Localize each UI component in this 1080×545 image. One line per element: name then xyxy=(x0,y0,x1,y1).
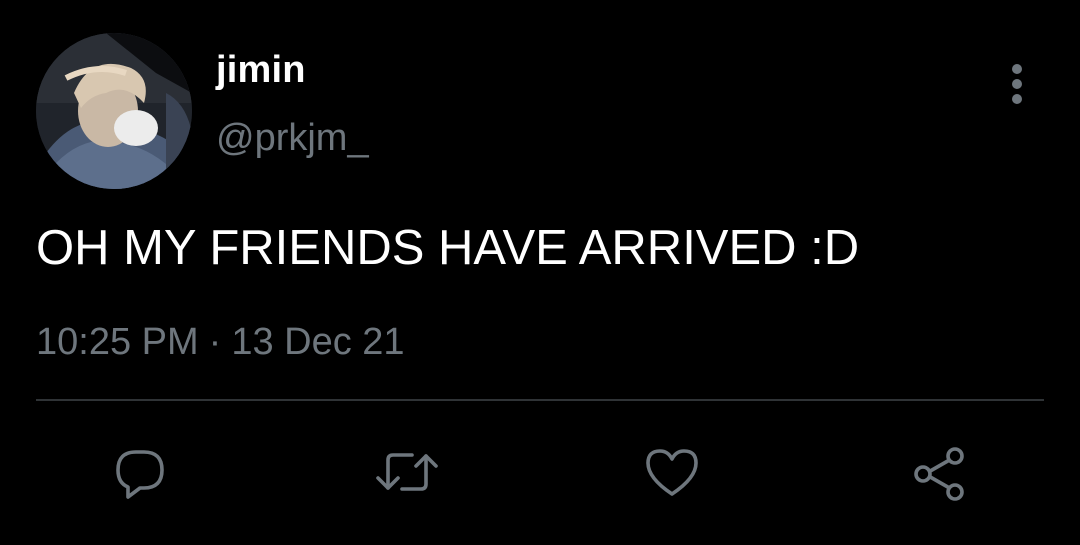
heart-icon xyxy=(642,442,702,502)
avatar[interactable] xyxy=(36,33,192,189)
display-name[interactable]: jimin xyxy=(216,48,306,92)
retweet-icon xyxy=(374,442,440,502)
retweet-button[interactable] xyxy=(375,440,439,504)
more-vertical-icon xyxy=(1010,62,1024,106)
meta-separator: · xyxy=(208,321,222,363)
avatar-photo xyxy=(36,33,192,189)
share-icon xyxy=(909,442,969,502)
more-options-button[interactable] xyxy=(996,60,1038,108)
reply-icon xyxy=(110,442,170,502)
user-handle[interactable]: @prkjm_ xyxy=(216,116,369,160)
share-button[interactable] xyxy=(907,440,971,504)
tweet-time: 10:25 PM xyxy=(36,321,199,363)
tweet-timestamp: 10:25 PM · 13 Dec 21 xyxy=(36,319,405,365)
reply-button[interactable] xyxy=(108,440,172,504)
tweet-date[interactable]: 13 Dec 21 xyxy=(231,321,404,363)
like-button[interactable] xyxy=(640,440,704,504)
divider xyxy=(36,399,1044,401)
tweet-detail: jimin @prkjm_ OH MY FRIENDS HAVE ARRIVED… xyxy=(0,0,1080,545)
tweet-text: OH MY FRIENDS HAVE ARRIVED :D xyxy=(36,221,860,275)
